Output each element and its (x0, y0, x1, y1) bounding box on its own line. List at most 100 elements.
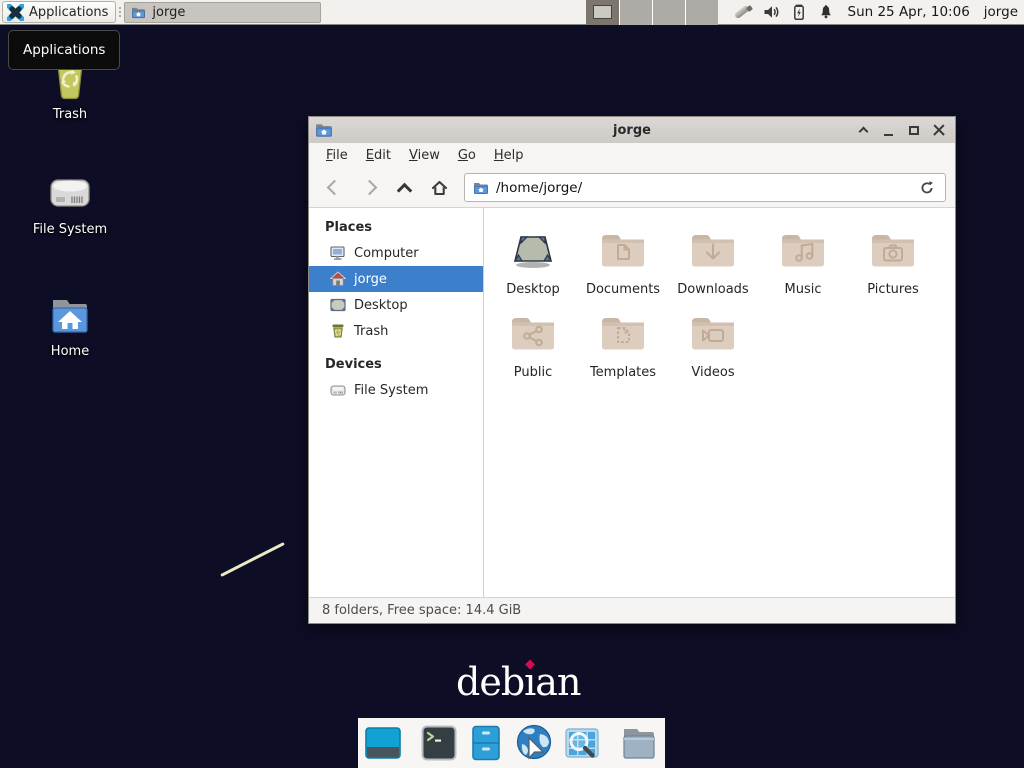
menu-view[interactable]: View (400, 145, 449, 166)
file-item-downloads[interactable]: Downloads (668, 227, 758, 297)
dock-app-finder[interactable] (562, 722, 602, 764)
workspace-2[interactable] (619, 0, 652, 25)
desktop-icon-file-system[interactable]: File System (20, 173, 120, 237)
file-item-templates[interactable]: Templates (578, 310, 668, 380)
maximize-button[interactable] (903, 120, 924, 140)
web-browser-icon (513, 722, 555, 764)
file-manager-folder-icon (618, 723, 660, 763)
xfce-pinwheel-icon (7, 4, 24, 21)
folder-downloads-icon (689, 227, 737, 271)
folder-public-icon (509, 310, 557, 354)
clock[interactable]: Sun 25 Apr, 10:06 (848, 4, 970, 20)
cursor-artifact-line (220, 542, 285, 577)
file-item-label: Desktop (488, 282, 578, 297)
file-manager-window: jorge File Edit View Go Help (308, 116, 956, 624)
desktop: Applications jorge (0, 0, 1024, 768)
desktop-icon-label: Trash (20, 107, 120, 122)
file-item-public[interactable]: Public (488, 310, 578, 380)
sidebar-item-computer[interactable]: Computer (309, 240, 483, 266)
file-item-music[interactable]: Music (758, 227, 848, 297)
file-item-desktop[interactable]: Desktop (488, 227, 578, 297)
file-item-label: Videos (668, 365, 758, 380)
titlebar[interactable]: jorge (309, 117, 955, 143)
taskbar-window-label: jorge (152, 5, 185, 20)
sidebar-item-jorge[interactable]: jorge (309, 266, 483, 292)
panel-handle[interactable] (117, 3, 123, 21)
file-item-documents[interactable]: Documents (578, 227, 668, 297)
folder-videos-icon (689, 310, 737, 354)
top-panel: Applications jorge (0, 0, 1024, 25)
statusbar: 8 folders, Free space: 14.4 GiB (309, 597, 955, 623)
workspace-1[interactable] (586, 0, 619, 25)
menu-file[interactable]: File (317, 145, 357, 166)
reload-button[interactable] (917, 178, 937, 198)
folder-icon (131, 6, 146, 19)
sidebar-item-label: Computer (354, 246, 419, 261)
file-item-videos[interactable]: Videos (668, 310, 758, 380)
path-input[interactable] (496, 180, 910, 196)
desktop-icon-home[interactable]: Home (20, 295, 120, 359)
file-item-label: Downloads (668, 282, 758, 297)
workspace-4[interactable] (685, 0, 718, 25)
sidebar-item-label: Desktop (354, 298, 408, 313)
dock-panel (358, 718, 665, 768)
desktop-icon (330, 297, 346, 313)
window-icon (315, 122, 333, 138)
dock-web-browser[interactable] (513, 722, 555, 764)
reload-icon (919, 180, 935, 196)
harddrive-icon (330, 382, 346, 398)
computer-icon (330, 245, 346, 261)
folder-music-icon (779, 227, 827, 271)
sidebar-item-label: File System (354, 383, 428, 398)
panel-user-label: jorge (984, 4, 1018, 20)
file-cabinet-icon (466, 723, 506, 763)
file-item-label: Templates (578, 365, 668, 380)
location-bar (464, 173, 946, 202)
dock-file-manager[interactable] (618, 722, 660, 764)
folder-templates-icon (599, 310, 647, 354)
sidebar-header-devices: Devices (309, 354, 483, 377)
notifications-bell-icon[interactable] (818, 4, 834, 20)
folder-pictures-icon (869, 227, 917, 271)
back-button[interactable] (318, 173, 351, 203)
status-text: 8 folders, Free space: 14.4 GiB (322, 603, 521, 618)
menubar: File Edit View Go Help (309, 143, 955, 168)
file-item-label: Pictures (848, 282, 938, 297)
terminal-icon (419, 723, 459, 763)
file-item-label: Public (488, 365, 578, 380)
menu-edit[interactable]: Edit (357, 145, 400, 166)
close-button[interactable] (928, 120, 949, 140)
sidebar-item-trash[interactable]: Trash (309, 318, 483, 344)
shade-button[interactable] (853, 120, 874, 140)
sidebar-item-label: Trash (354, 324, 388, 339)
stylus-icon[interactable] (734, 3, 752, 21)
menu-help[interactable]: Help (485, 145, 533, 166)
applications-menu-button[interactable]: Applications (2, 1, 116, 23)
folder-icon (473, 181, 489, 195)
workspace-3[interactable] (652, 0, 685, 25)
sidebar-item-file-system[interactable]: File System (309, 377, 483, 403)
home-icon (430, 179, 449, 197)
minimize-button[interactable] (878, 120, 899, 140)
sidebar-item-desktop[interactable]: Desktop (309, 292, 483, 318)
folder-documents-icon (599, 227, 647, 271)
file-pane: Desktop Documents (484, 208, 955, 597)
forward-button[interactable] (353, 173, 386, 203)
dock-terminal[interactable] (419, 722, 459, 764)
home-button[interactable] (423, 173, 456, 203)
dock-show-desktop[interactable] (363, 722, 403, 764)
file-item-label: Documents (578, 282, 668, 297)
harddrive-icon (46, 173, 94, 217)
up-button[interactable] (388, 173, 421, 203)
workspace-pager (586, 0, 718, 25)
dock-file-cabinet[interactable] (466, 722, 506, 764)
file-item-pictures[interactable]: Pictures (848, 227, 938, 297)
home-folder-icon (46, 295, 94, 339)
taskbar-window-button[interactable]: jorge (124, 2, 321, 23)
applications-menu-label: Applications (29, 5, 108, 20)
debian-logo: debıan (456, 660, 580, 704)
volume-icon[interactable] (763, 4, 780, 20)
app-finder-icon (562, 723, 602, 763)
battery-charging-icon[interactable] (791, 4, 807, 20)
menu-go[interactable]: Go (449, 145, 485, 166)
